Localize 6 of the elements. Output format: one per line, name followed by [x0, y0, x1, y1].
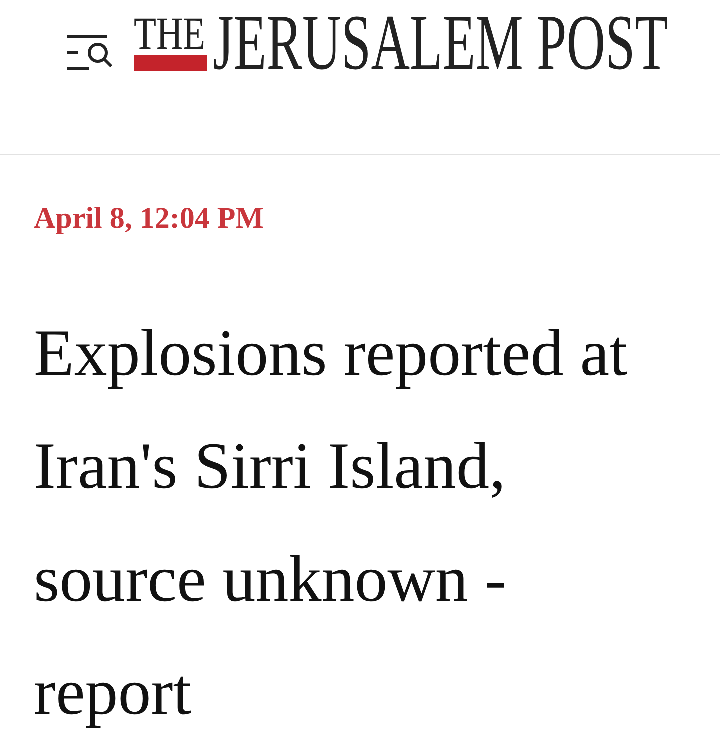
- logo-prefix: THE: [134, 11, 206, 55]
- menu-button[interactable]: [67, 35, 113, 71]
- logo-wordmark: JERUSALEM POST: [213, 4, 668, 83]
- article-timestamp: April 8, 12:04 PM: [34, 204, 265, 234]
- menu-search-icon: [67, 35, 113, 71]
- article-headline: Explosions reported at Iran's Sirri Island, source unknown - report: [34, 316, 629, 731]
